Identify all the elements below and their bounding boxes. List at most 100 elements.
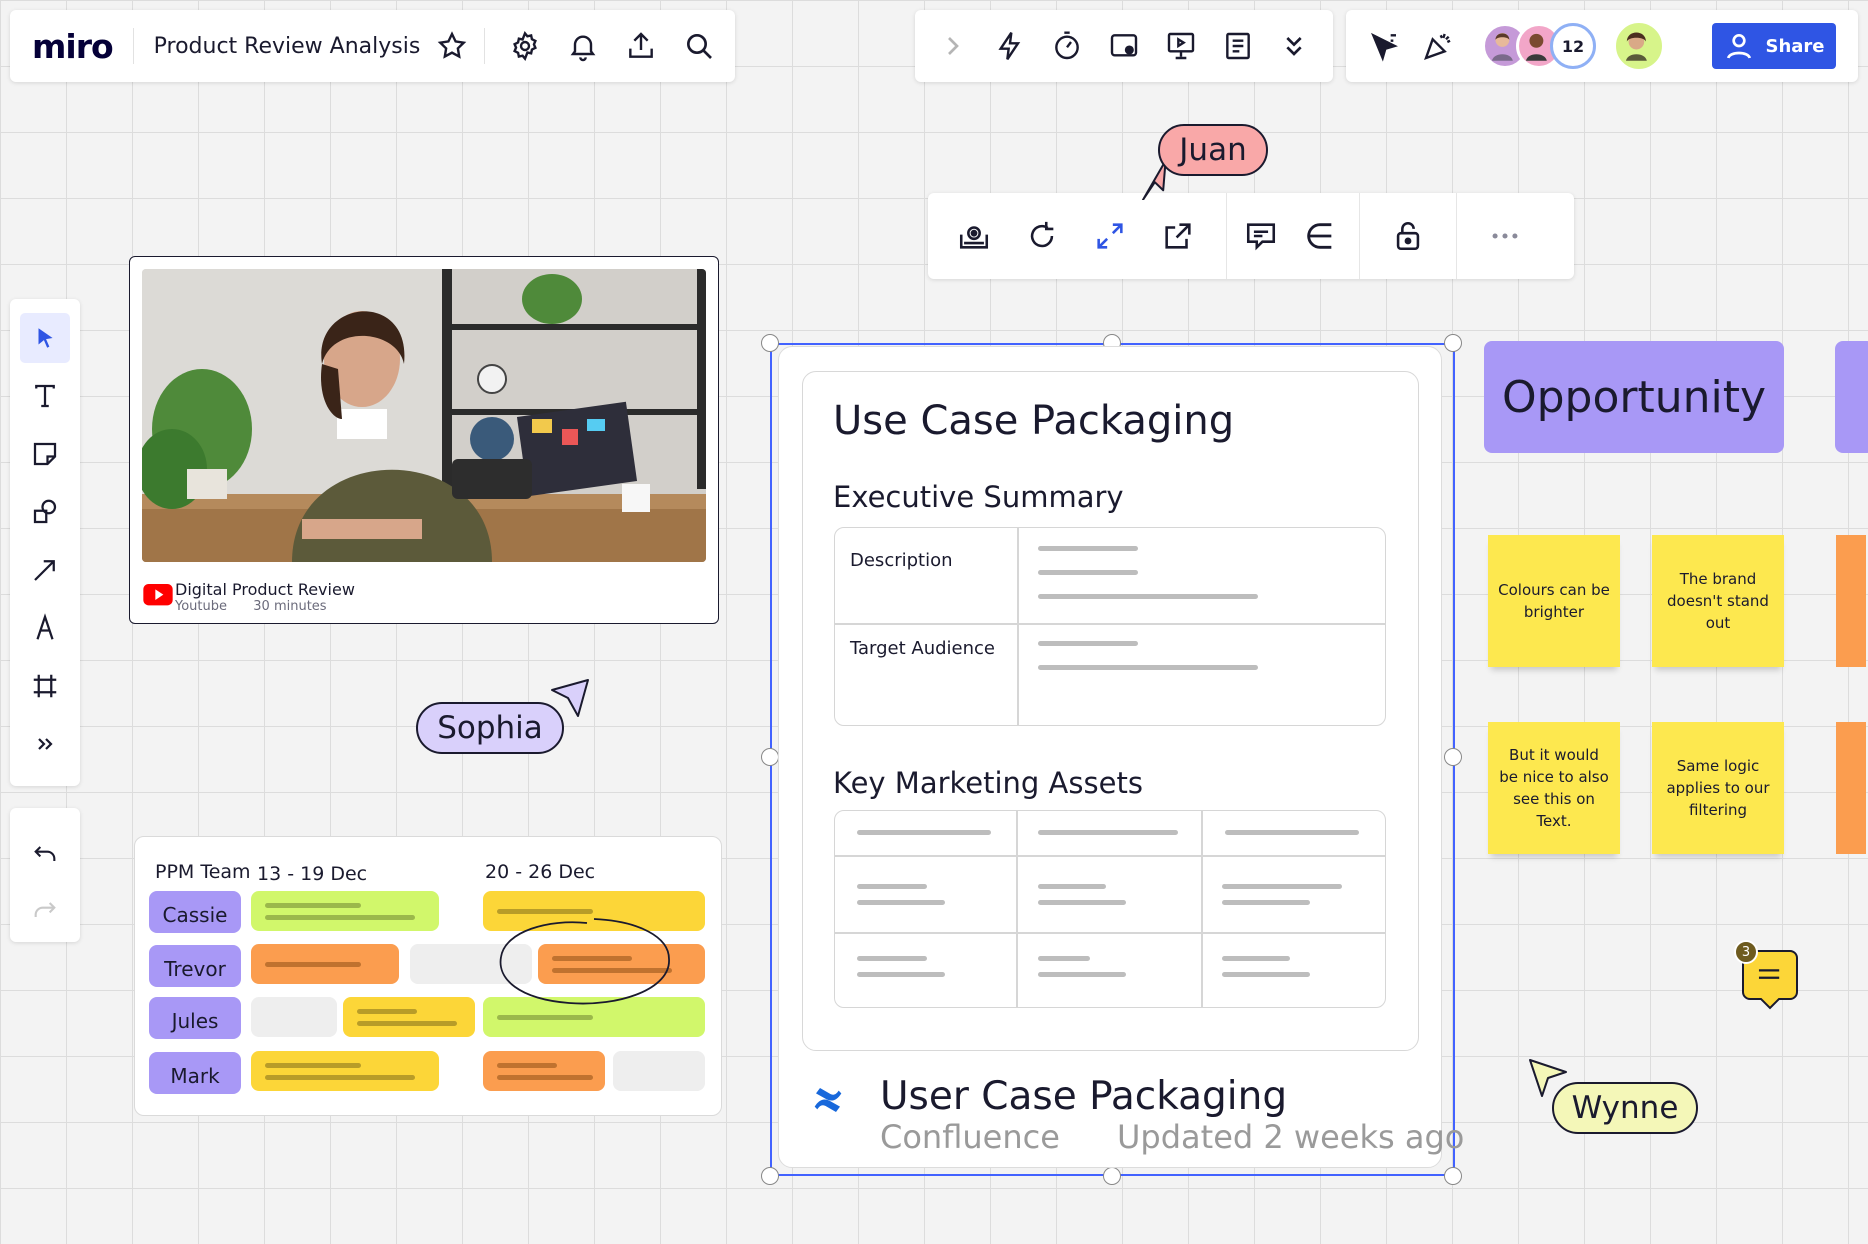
timeline-bar[interactable] bbox=[483, 1051, 605, 1091]
timeline-bar-empty[interactable] bbox=[251, 997, 337, 1037]
video-meta: Youtube 30 minutes bbox=[175, 599, 327, 614]
arrow-icon[interactable] bbox=[20, 545, 70, 595]
jira-icon[interactable] bbox=[1295, 193, 1345, 279]
star-icon[interactable] bbox=[428, 22, 476, 70]
current-user-avatar[interactable] bbox=[1616, 23, 1662, 69]
hand-drawn-circle[interactable] bbox=[489, 907, 689, 1027]
lock-icon[interactable] bbox=[1360, 193, 1456, 279]
sticky-note[interactable]: But it would be nice to also see this on… bbox=[1488, 722, 1620, 854]
confluence-card-title[interactable]: User Case Packaging bbox=[880, 1074, 1287, 1119]
preview-icon[interactable] bbox=[940, 193, 1008, 279]
person-tag[interactable]: Cassie bbox=[149, 891, 241, 933]
expand-icon[interactable] bbox=[1076, 193, 1144, 279]
share-button[interactable]: Share bbox=[1712, 23, 1836, 69]
placeholder-line bbox=[1222, 884, 1342, 889]
person-tag[interactable]: Mark bbox=[149, 1052, 241, 1094]
resize-handle[interactable] bbox=[1444, 1167, 1462, 1185]
open-external-icon[interactable] bbox=[1144, 193, 1212, 279]
presentation-icon[interactable] bbox=[1165, 30, 1197, 62]
export-icon[interactable] bbox=[617, 22, 665, 70]
table-divider bbox=[835, 855, 1385, 857]
creation-toolbar bbox=[10, 299, 80, 786]
celebrate-icon[interactable] bbox=[1422, 30, 1454, 62]
user-icon bbox=[1723, 30, 1755, 62]
ppm-timeline-card[interactable]: PPM Team 13 - 19 Dec 20 - 26 Dec Cassie … bbox=[134, 836, 722, 1116]
pointer-icon[interactable] bbox=[1368, 30, 1400, 62]
more-tools-icon[interactable] bbox=[20, 719, 70, 769]
placeholder-line bbox=[1038, 900, 1126, 905]
bell-icon[interactable] bbox=[559, 22, 607, 70]
lightning-icon[interactable] bbox=[994, 30, 1026, 62]
search-icon[interactable] bbox=[675, 22, 723, 70]
refresh-icon[interactable] bbox=[1008, 193, 1076, 279]
miro-logo[interactable]: miro bbox=[32, 27, 114, 66]
week-label: 20 - 26 Dec bbox=[485, 861, 596, 883]
cursor-label-juan: Juan bbox=[1158, 124, 1268, 176]
resize-handle[interactable] bbox=[1444, 334, 1462, 352]
chevron-double-down-icon[interactable] bbox=[1278, 30, 1310, 62]
shapes-icon[interactable] bbox=[20, 487, 70, 537]
person-tag[interactable]: Jules bbox=[149, 997, 241, 1039]
video-thumbnail[interactable] bbox=[142, 269, 706, 562]
comment-count-badge: 3 bbox=[1734, 940, 1758, 964]
table-divider bbox=[1201, 811, 1203, 1007]
chevron-right-icon[interactable] bbox=[937, 30, 969, 62]
resize-handle[interactable] bbox=[761, 748, 779, 766]
divider bbox=[132, 28, 134, 64]
resize-handle[interactable] bbox=[761, 334, 779, 352]
sticky-note-edge[interactable] bbox=[1836, 722, 1866, 854]
card-edge[interactable] bbox=[1835, 341, 1868, 453]
board-header: miro Product Review Analysis bbox=[10, 10, 735, 82]
week-label: 13 - 19 Dec bbox=[257, 863, 368, 885]
placeholder-line bbox=[857, 956, 927, 961]
resize-handle[interactable] bbox=[1103, 1167, 1121, 1185]
more-icon[interactable] bbox=[1457, 193, 1553, 279]
video-embed-card[interactable]: Digital Product Review Youtube 30 minute… bbox=[129, 256, 719, 624]
undo-icon[interactable] bbox=[20, 830, 70, 878]
placeholder-line bbox=[857, 900, 945, 905]
timeline-bar[interactable] bbox=[251, 944, 399, 984]
sticky-note-edge[interactable] bbox=[1836, 535, 1866, 667]
video-chat-icon[interactable] bbox=[1108, 30, 1140, 62]
timer-icon[interactable] bbox=[1051, 30, 1083, 62]
assets-table bbox=[834, 810, 1386, 1008]
placeholder-line bbox=[1038, 570, 1138, 575]
table-divider bbox=[1017, 528, 1019, 725]
placeholder-line bbox=[1222, 972, 1310, 977]
resize-handle[interactable] bbox=[761, 1167, 779, 1185]
table-divider bbox=[1016, 811, 1018, 1007]
table-label: Target Audience bbox=[850, 638, 996, 659]
collaborator-avatars[interactable]: 12 bbox=[1482, 23, 1596, 69]
select-icon[interactable] bbox=[20, 313, 70, 363]
share-label: Share bbox=[1765, 35, 1825, 57]
divider bbox=[484, 28, 486, 64]
sticky-note[interactable]: Same logic applies to our filtering bbox=[1652, 722, 1784, 854]
comment-icon[interactable] bbox=[1227, 193, 1295, 279]
timeline-bar[interactable] bbox=[251, 891, 439, 931]
video-title[interactable]: Digital Product Review bbox=[175, 580, 355, 599]
redo-icon[interactable] bbox=[20, 886, 70, 934]
text-icon[interactable] bbox=[20, 371, 70, 421]
notes-icon[interactable] bbox=[1222, 30, 1254, 62]
avatar-count-text: 12 bbox=[1561, 36, 1585, 56]
placeholder-line bbox=[1038, 546, 1138, 551]
timeline-bar[interactable] bbox=[343, 997, 475, 1037]
placeholder-line bbox=[857, 972, 945, 977]
confluence-card-updated: Updated 2 weeks ago bbox=[1117, 1118, 1465, 1156]
timeline-bar[interactable] bbox=[251, 1051, 439, 1091]
timeline-bar-empty[interactable] bbox=[613, 1051, 705, 1091]
collaborator-count[interactable]: 12 bbox=[1550, 23, 1596, 69]
resize-handle[interactable] bbox=[1444, 748, 1462, 766]
pen-icon[interactable] bbox=[20, 603, 70, 653]
placeholder-line bbox=[1222, 956, 1290, 961]
sticky-note-icon[interactable] bbox=[20, 429, 70, 479]
video-duration: 30 minutes bbox=[253, 599, 327, 614]
sticky-note[interactable]: Colours can be brighter bbox=[1488, 535, 1620, 667]
board-title[interactable]: Product Review Analysis bbox=[154, 34, 421, 59]
settings-icon[interactable] bbox=[501, 22, 549, 70]
sticky-note[interactable]: The brand doesn't stand out bbox=[1652, 535, 1784, 667]
opportunity-card[interactable]: Opportunity bbox=[1484, 341, 1784, 453]
person-tag[interactable]: Trevor bbox=[149, 945, 241, 987]
frame-icon[interactable] bbox=[20, 661, 70, 711]
confluence-logo-icon bbox=[812, 1084, 844, 1116]
